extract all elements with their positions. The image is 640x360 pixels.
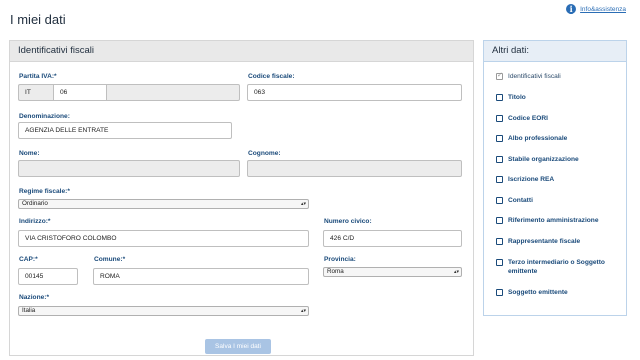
save-button[interactable]: Salva I miei dati — [205, 339, 271, 354]
denominazione-field[interactable]: AGENZIA DELLE ENTRATE — [18, 122, 232, 139]
denominazione-label: Denominazione: — [19, 113, 70, 120]
option-identificativi-fiscali[interactable]: Identificativi fiscali — [496, 71, 561, 80]
regime-fiscale-select[interactable]: Ordinario ▴▾ — [18, 199, 309, 209]
select-arrows-icon: ▴▾ — [300, 308, 306, 314]
option-label: Rappresentante fiscale — [508, 238, 581, 245]
provincia-value: Roma — [327, 268, 344, 275]
regime-fiscale-value: Ordinario — [22, 200, 48, 207]
partita-iva-country-field: IT — [18, 84, 53, 101]
option-codice-eori[interactable]: Codice EORI — [496, 115, 548, 122]
help-link-label: Info&assistenza — [580, 5, 626, 13]
checkbox-icon — [496, 176, 503, 183]
cognome-label: Cognome: — [248, 150, 281, 157]
option-label: Terzo intermediario o Soggetto emittente — [508, 259, 605, 275]
option-label: Titolo — [508, 94, 526, 101]
regime-fiscale-label: Regime fiscale:* — [19, 188, 70, 195]
cap-field[interactable]: 00145 — [18, 268, 78, 285]
indirizzo-field[interactable]: VIA CRISTOFORO COLOMBO — [18, 230, 309, 247]
option-label: Iscrizione REA — [508, 176, 555, 183]
page-title: I miei dati — [10, 12, 66, 27]
checkbox-icon — [496, 135, 503, 142]
numero-civico-field[interactable]: 426 C/D — [323, 230, 462, 247]
option-label: Contatti — [508, 197, 533, 204]
numero-civico-label: Numero civico: — [324, 218, 372, 225]
codice-fiscale-field[interactable]: 063 — [247, 84, 462, 101]
option-contatti[interactable]: Contatti — [496, 197, 533, 204]
checkbox-icon — [496, 156, 503, 163]
nazione-select[interactable]: Italia ▴▾ — [18, 306, 309, 316]
other-data-title: Altri dati: — [484, 41, 626, 62]
option-label: Codice EORI — [508, 115, 548, 122]
select-arrows-icon: ▴▾ — [453, 269, 459, 275]
option-albo-professionale[interactable]: Albo professionale — [496, 135, 567, 142]
option-label: Stabile organizzazione — [508, 156, 579, 163]
checkbox-icon — [496, 238, 503, 245]
option-titolo[interactable]: Titolo — [496, 94, 526, 101]
nazione-label: Nazione:* — [19, 294, 50, 301]
cap-label: CAP:* — [19, 256, 38, 263]
provincia-label: Provincia: — [324, 256, 356, 263]
select-arrows-icon: ▴▾ — [300, 201, 306, 207]
option-rappresentante-fiscale[interactable]: Rappresentante fiscale — [496, 238, 580, 245]
cognome-field[interactable] — [247, 160, 462, 177]
option-label: Soggetto emittente — [508, 289, 568, 296]
nome-label: Nome: — [19, 150, 40, 157]
checkbox-icon — [496, 197, 503, 204]
nome-field[interactable] — [18, 160, 240, 177]
checkbox-icon — [496, 217, 503, 224]
codice-fiscale-label: Codice fiscale: — [248, 73, 295, 80]
option-riferimento-amministrazione[interactable]: Riferimento amministrazione — [496, 217, 599, 224]
panel-title: Identificativi fiscali — [10, 41, 473, 62]
option-label: Riferimento amministrazione — [508, 217, 599, 224]
checkbox-icon — [496, 259, 503, 266]
partita-iva-value: 06 — [53, 84, 107, 101]
option-terzo-intermediario[interactable]: Terzo intermediario o Soggetto emittente — [496, 258, 618, 276]
partita-iva-field: 06 — [53, 84, 240, 101]
fiscal-identifiers-panel: Identificativi fiscali Partita IVA:* IT … — [9, 40, 474, 356]
checkbox-icon — [496, 94, 503, 101]
option-stabile-organizzazione[interactable]: Stabile organizzazione — [496, 156, 579, 163]
indirizzo-label: Indirizzo:* — [19, 218, 51, 225]
partita-iva-label: Partita IVA:* — [19, 73, 57, 80]
checkbox-checked-icon — [496, 71, 503, 80]
checkbox-icon — [496, 115, 503, 122]
help-link[interactable]: i Info&assistenza — [566, 4, 626, 14]
comune-label: Comune:* — [94, 256, 126, 263]
checkbox-icon — [496, 289, 503, 296]
nazione-value: Italia — [22, 307, 36, 314]
comune-field[interactable]: ROMA — [93, 268, 309, 285]
provincia-select[interactable]: Roma ▴▾ — [323, 267, 462, 277]
option-iscrizione-rea[interactable]: Iscrizione REA — [496, 176, 554, 183]
info-icon: i — [566, 4, 577, 14]
option-label: Albo professionale — [508, 135, 568, 142]
option-soggetto-emittente[interactable]: Soggetto emittente — [496, 289, 568, 296]
option-label: Identificativi fiscali — [508, 73, 561, 80]
other-data-panel: Altri dati: Identificativi fiscali Titol… — [483, 40, 627, 316]
